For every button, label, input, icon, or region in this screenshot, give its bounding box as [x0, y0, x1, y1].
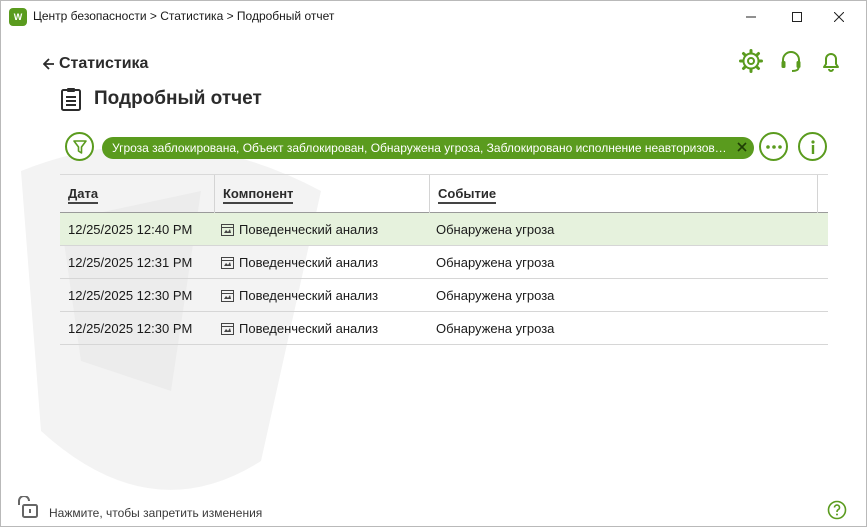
arrow-left-icon [43, 58, 54, 70]
app-logo-icon: W [9, 8, 27, 26]
table-row[interactable]: 12/25/2025 12:40 PM Поведенческий анализ… [60, 213, 828, 246]
component-window-icon [221, 322, 234, 335]
headset-icon[interactable] [779, 49, 803, 73]
more-button[interactable] [759, 132, 788, 161]
event-cell: Обнаружена угроза [436, 288, 555, 303]
close-button[interactable] [819, 1, 859, 32]
info-icon [810, 139, 815, 154]
info-button[interactable] [798, 132, 827, 161]
component-window-icon [221, 223, 234, 236]
filter-chip[interactable]: Угроза заблокирована, Объект заблокирова… [102, 137, 754, 159]
table-row[interactable]: 12/25/2025 12:30 PM Поведенческий анализ… [60, 312, 828, 345]
unlock-icon[interactable] [15, 496, 39, 518]
events-table: Дата Компонент Событие 12/25/2025 12:40 … [60, 174, 828, 345]
component-cell: Поведенческий анализ [221, 288, 378, 303]
more-dots-icon [765, 144, 782, 149]
filter-button[interactable] [65, 132, 94, 161]
column-header-date[interactable]: Дата [60, 175, 214, 213]
event-cell: Обнаружена угроза [436, 222, 555, 237]
back-link[interactable]: Статистика [43, 55, 148, 73]
table-header: Дата Компонент Событие [60, 174, 828, 213]
component-cell: Поведенческий анализ [221, 255, 378, 270]
help-icon[interactable] [827, 500, 847, 520]
component-cell: Поведенческий анализ [221, 222, 378, 237]
table-row[interactable]: 12/25/2025 12:31 PM Поведенческий анализ… [60, 246, 828, 279]
minimize-button[interactable] [731, 1, 771, 32]
maximize-icon [792, 11, 802, 22]
date-cell: 12/25/2025 12:40 PM [68, 222, 193, 237]
table-row[interactable]: 12/25/2025 12:30 PM Поведенческий анализ… [60, 279, 828, 312]
clear-filter-button[interactable] [735, 141, 749, 155]
event-cell: Обнаружена угроза [436, 255, 555, 270]
event-cell: Обнаружена угроза [436, 321, 555, 336]
component-cell: Поведенческий анализ [221, 321, 378, 336]
page-title: Подробный отчет [94, 88, 262, 109]
title-bar: W Центр безопасности > Статистика > Подр… [1, 1, 866, 32]
column-header-component[interactable]: Компонент [215, 175, 429, 213]
lock-changes-link[interactable]: Нажмите, чтобы запретить изменения [49, 506, 262, 520]
clipboard-icon [61, 88, 81, 111]
minimize-icon [746, 16, 756, 17]
maximize-button[interactable] [777, 1, 817, 32]
bell-icon[interactable] [819, 49, 843, 73]
funnel-icon [72, 139, 87, 154]
date-cell: 12/25/2025 12:31 PM [68, 255, 193, 270]
close-icon [834, 11, 844, 22]
component-window-icon [221, 289, 234, 302]
component-window-icon [221, 256, 234, 269]
gear-icon[interactable] [739, 49, 763, 73]
column-header-event[interactable]: Событие [430, 175, 817, 213]
back-link-label: Статистика [59, 55, 149, 72]
window-title: Центр безопасности > Статистика > Подроб… [33, 9, 335, 23]
date-cell: 12/25/2025 12:30 PM [68, 321, 193, 336]
page-header: Подробный отчет [60, 87, 262, 111]
date-cell: 12/25/2025 12:30 PM [68, 288, 193, 303]
close-icon [737, 142, 747, 152]
